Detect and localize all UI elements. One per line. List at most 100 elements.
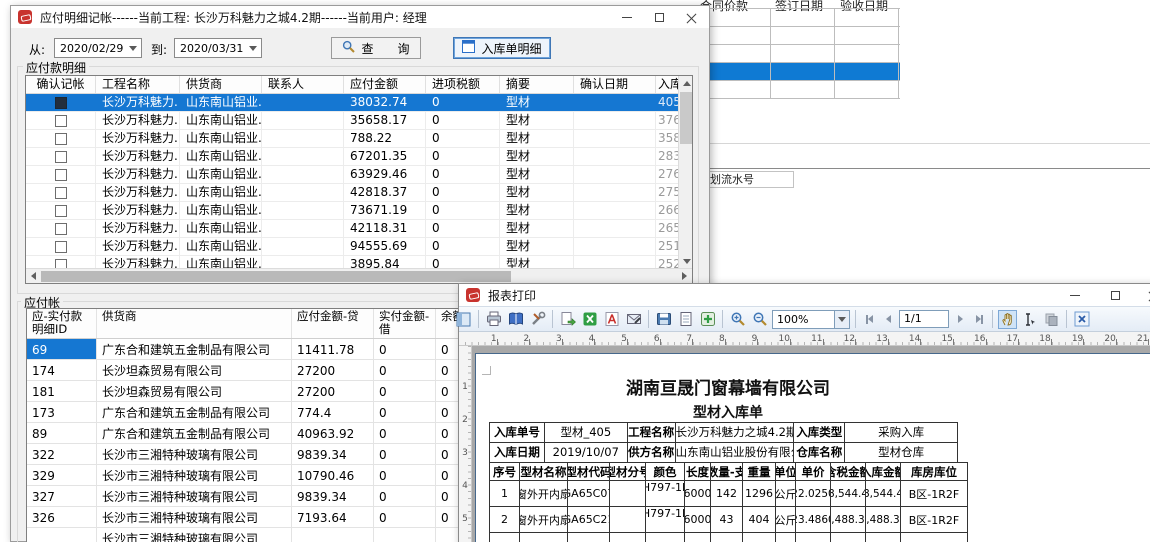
- scrollbar-thumb[interactable]: [41, 271, 511, 282]
- confirm-checkbox[interactable]: [55, 169, 67, 181]
- cell-detail-id[interactable]: 329: [27, 465, 97, 485]
- minimize-button[interactable]: [1059, 284, 1091, 306]
- close-button[interactable]: [1137, 284, 1150, 306]
- col-confirm-date[interactable]: 确认日期: [574, 76, 656, 93]
- confirm-checkbox[interactable]: [55, 223, 67, 235]
- table-row[interactable]: 长沙万科魅力... 山东南山铝业... 42118.31 0 型材 265: [26, 220, 680, 238]
- chevron-down-icon[interactable]: [834, 311, 849, 328]
- cell-detail-id[interactable]: 174: [27, 360, 97, 380]
- confirm-checkbox[interactable]: [55, 205, 67, 217]
- scroll-left-arrow[interactable]: [26, 269, 41, 283]
- cell-detail-id[interactable]: [27, 528, 97, 542]
- export-icon[interactable]: [558, 310, 577, 329]
- maximize-button[interactable]: [643, 6, 675, 28]
- col-tax[interactable]: 进项税额: [426, 76, 500, 93]
- table-row[interactable]: 长沙万科魅力... 山东南山铝业... 94555.69 0 型材 251: [26, 238, 680, 256]
- scrollbar-thumb[interactable]: [680, 92, 692, 144]
- inbound-detail-button[interactable]: 入库单明细: [453, 37, 551, 59]
- pdf-export-icon[interactable]: [602, 310, 621, 329]
- table-row[interactable]: 长沙万科魅力... 山东南山铝业... 35658.17 0 型材 376: [26, 112, 680, 130]
- ruler-number: 17: [987, 332, 1020, 345]
- col-confirm[interactable]: 确认记帐: [26, 76, 96, 93]
- cell-detail-id[interactable]: 322: [27, 444, 97, 464]
- close-button[interactable]: [675, 6, 707, 28]
- col-contact[interactable]: 联系人: [262, 76, 344, 93]
- col-supplier[interactable]: 供货商: [180, 76, 262, 93]
- text-select-icon[interactable]: [1020, 310, 1039, 329]
- horizontal-scrollbar[interactable]: [26, 268, 692, 283]
- col-summary[interactable]: 摘要: [500, 76, 574, 93]
- col-supplier[interactable]: 供货商: [97, 309, 292, 338]
- cell-payable: 11411.78: [292, 339, 374, 359]
- col-amount[interactable]: 应付金额: [344, 76, 426, 93]
- confirm-checkbox[interactable]: [55, 151, 67, 163]
- print-preview-area[interactable]: 12345 湖南亘晟门窗幕墙有限公司 型材入库单 入库单号 型材_405 工程名…: [459, 346, 1150, 542]
- next-page-button[interactable]: [952, 311, 968, 327]
- table-row[interactable]: 长沙万科魅力... 山东南山铝业... 42818.37 0 型材 275: [26, 184, 680, 202]
- table-row[interactable]: 长沙万科魅力... 山东南山铝业... 788.22 0 型材 358: [26, 130, 680, 148]
- titlebar[interactable]: 应付明细记帐------当前工程: 长沙万科魅力之城4.2期------当前用户…: [11, 6, 709, 28]
- copy-icon[interactable]: [1042, 310, 1061, 329]
- scroll-up-arrow[interactable]: [679, 76, 693, 90]
- close-preview-icon[interactable]: [1072, 310, 1091, 329]
- prev-page-button[interactable]: [880, 311, 896, 327]
- col-payable-credit[interactable]: 应付金额-贷: [292, 309, 374, 338]
- table-row[interactable]: 长沙万科魅力... 山东南山铝业... 63929.46 0 型材 276: [26, 166, 680, 184]
- page-number-field[interactable]: 1/1: [899, 310, 949, 328]
- confirm-checkbox[interactable]: [55, 115, 67, 127]
- col-paid-debit[interactable]: 实付金额-借: [374, 309, 436, 338]
- multi-page-icon[interactable]: [698, 310, 717, 329]
- book-icon[interactable]: [506, 310, 525, 329]
- tools-icon[interactable]: [528, 310, 547, 329]
- cell-unit: [776, 533, 796, 542]
- cell-detail-id[interactable]: 181: [27, 381, 97, 401]
- report-detail-table: 序号 型材名称 型材代码 型材分号 颜色 长度 数量-支 重量 单位 单价 含税…: [489, 462, 968, 542]
- dock-panel-icon[interactable]: [454, 310, 473, 329]
- to-date-combo[interactable]: 2020/03/31: [174, 38, 262, 58]
- email-icon[interactable]: [624, 310, 643, 329]
- confirm-checkbox[interactable]: [55, 187, 67, 199]
- last-page-button[interactable]: [971, 311, 987, 327]
- scroll-down-arrow[interactable]: [679, 254, 693, 268]
- maximize-button[interactable]: [1099, 284, 1131, 306]
- minimize-button[interactable]: [611, 6, 643, 28]
- col-unit-price: 单价: [796, 463, 831, 481]
- table-row[interactable]: 长沙万科魅力... 山东南山铝业... 3895.84 0 型材 252: [26, 256, 680, 268]
- single-page-icon[interactable]: [676, 310, 695, 329]
- save-icon[interactable]: [654, 310, 673, 329]
- scroll-right-arrow[interactable]: [677, 269, 692, 283]
- cell-payable: [292, 528, 374, 542]
- confirm-checkbox[interactable]: [55, 97, 67, 109]
- vertical-scrollbar[interactable]: [678, 76, 692, 268]
- chevron-down-icon[interactable]: [125, 39, 141, 57]
- table-row[interactable]: 长沙万科魅力... 山东南山铝业... 38032.74 0 型材 405: [26, 94, 680, 112]
- confirm-checkbox[interactable]: [55, 133, 67, 145]
- first-page-button[interactable]: [861, 311, 877, 327]
- chevron-down-icon[interactable]: [245, 39, 261, 57]
- excel-export-icon[interactable]: [580, 310, 599, 329]
- table-row[interactable]: 长沙万科魅力... 山东南山铝业... 67201.35 0 型材 283: [26, 148, 680, 166]
- zoom-in-icon[interactable]: [728, 310, 747, 329]
- hand-tool-icon[interactable]: [998, 310, 1017, 329]
- info-row: 入库日期 2019/10/07 供方名称 山东南山铝业股份有限公司 仓库名称 型…: [490, 443, 958, 463]
- from-date-combo[interactable]: 2020/02/29: [54, 38, 142, 58]
- query-button[interactable]: 查 询: [331, 37, 421, 59]
- cell-project: 长沙万科魅力...: [96, 94, 180, 111]
- table-row[interactable]: 长沙万科魅力... 山东南山铝业... 73671.19 0 型材 266: [26, 202, 680, 220]
- zoom-select[interactable]: 100%: [772, 310, 850, 329]
- confirm-checkbox[interactable]: [55, 259, 67, 269]
- col-detail-id[interactable]: 应-实付款明细ID: [27, 309, 97, 338]
- cell-detail-id[interactable]: 69: [27, 339, 97, 359]
- confirm-checkbox[interactable]: [55, 241, 67, 253]
- cell-detail-id[interactable]: 327: [27, 486, 97, 506]
- cell-amount: 35658.17: [344, 112, 426, 129]
- col-project[interactable]: 工程名称: [96, 76, 180, 93]
- cell-supplier: 山东南山铝业...: [180, 148, 262, 165]
- cell-detail-id[interactable]: 326: [27, 507, 97, 527]
- cell-detail-id[interactable]: 173: [27, 402, 97, 422]
- cell-detail-id[interactable]: 89: [27, 423, 97, 443]
- print-icon[interactable]: [484, 310, 503, 329]
- col-inbound[interactable]: 入库: [656, 76, 680, 93]
- zoom-out-icon[interactable]: [750, 310, 769, 329]
- titlebar[interactable]: 报表打印: [459, 284, 1150, 306]
